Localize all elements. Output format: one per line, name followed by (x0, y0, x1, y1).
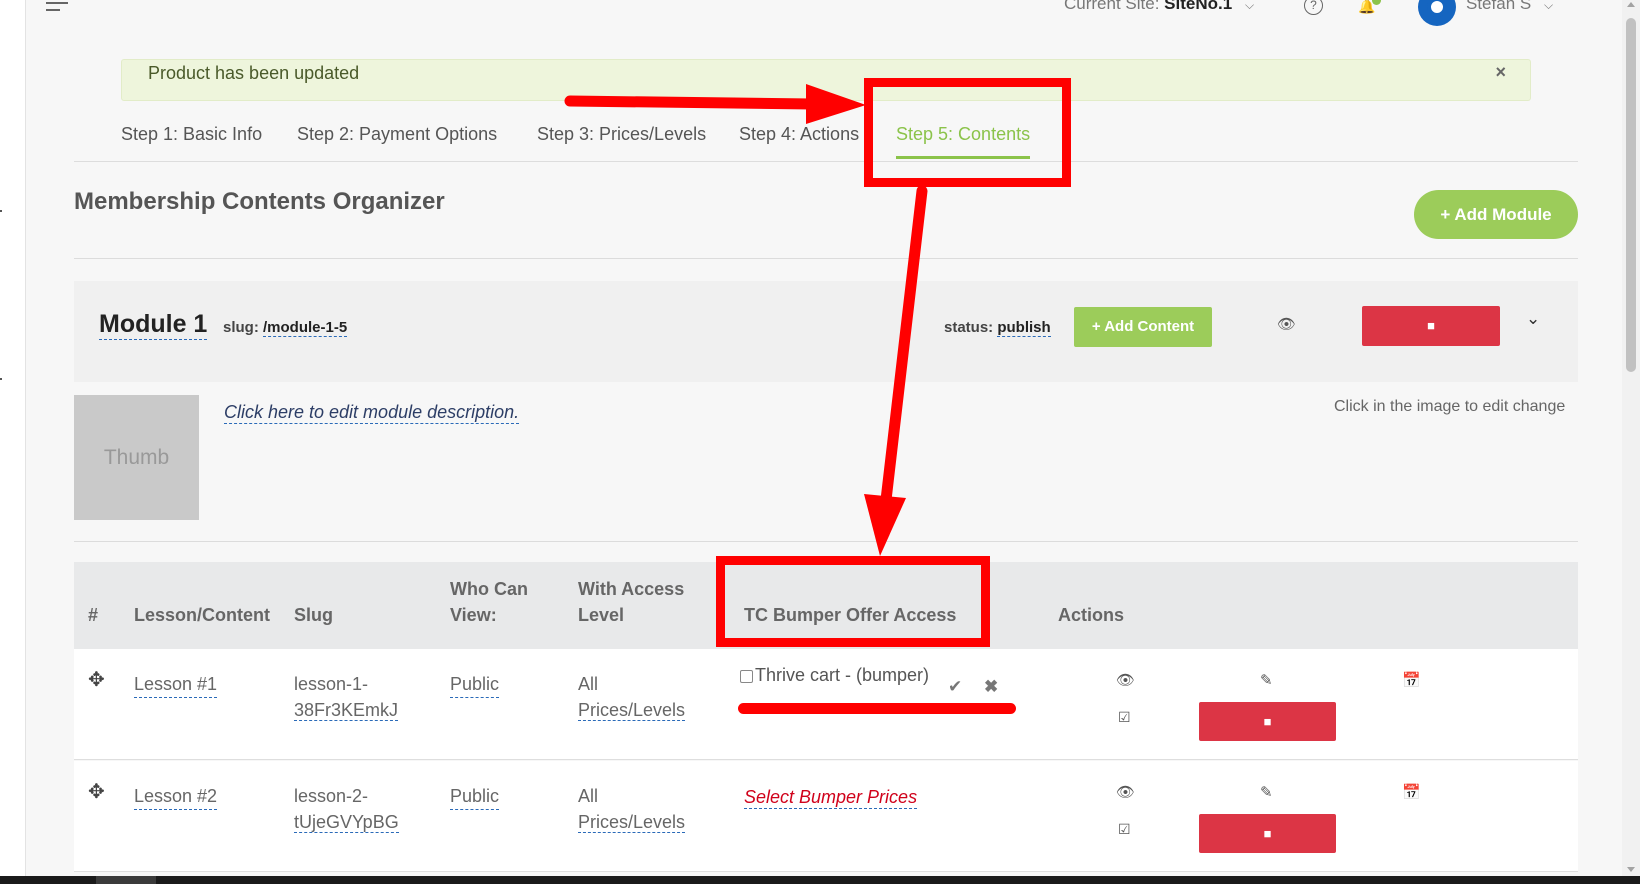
close-icon[interactable]: × (1495, 62, 1506, 83)
times-icon[interactable]: ✖ (984, 677, 998, 697)
who-can-view[interactable]: Public (450, 783, 500, 810)
calendar-icon[interactable]: 📅 (1402, 671, 1421, 689)
access-level[interactable]: All Prices/Levels (578, 671, 686, 723)
bumper-option-label: Thrive cart - (bumper) (755, 665, 930, 685)
access-level[interactable]: All Prices/Levels (578, 783, 686, 835)
tab-actions[interactable]: Step 4: Actions (739, 124, 859, 145)
module-status: status: publish (944, 319, 1051, 337)
vertical-scrollbar[interactable] (1622, 0, 1640, 876)
left-edge (0, 0, 26, 884)
step-tabs: Step 1: Basic Info Step 2: Payment Optio… (74, 120, 1578, 162)
divider (74, 541, 1578, 542)
module-slug: slug: /module-1-5 (223, 319, 348, 337)
edge-marker (0, 378, 2, 380)
access-line1: All (578, 786, 599, 806)
lesson-slug[interactable]: lesson-2- tUjeGVYpBG (294, 783, 399, 835)
tab-basic-info[interactable]: Step 1: Basic Info (121, 124, 262, 145)
pencil-icon[interactable]: ✎ (1260, 671, 1273, 689)
plus-icon: + (1440, 205, 1451, 224)
checkbox-icon[interactable]: ☑ (1118, 821, 1131, 838)
image-hint: Click in the image to edit change (1334, 398, 1566, 415)
scroll-down-icon[interactable] (1627, 867, 1635, 872)
scroll-up-icon[interactable] (1627, 2, 1635, 7)
site-switcher[interactable]: Current Site: SiteNo.1 ⌵ (1064, 0, 1254, 14)
delete-lesson-button[interactable]: ■ (1199, 702, 1336, 741)
calendar-icon[interactable]: 📅 (1402, 783, 1421, 801)
col-slug: Slug (294, 605, 333, 625)
annotation-underline (738, 703, 1016, 714)
select-bumper-prices-link[interactable]: Select Bumper Prices (744, 787, 918, 809)
access-line1: All (578, 674, 599, 694)
edge-marker (0, 210, 2, 212)
move-icon[interactable]: ✥ (88, 779, 105, 804)
slug-line1: lesson-1- (294, 674, 369, 694)
site-name: SiteNo.1 (1164, 0, 1233, 13)
add-content-label: Add Content (1104, 318, 1195, 335)
alert-message: Product has been updated (148, 63, 360, 83)
col-access-line2: Level (578, 605, 625, 625)
tab-payment-options[interactable]: Step 2: Payment Options (297, 124, 497, 145)
trash-icon: ■ (1263, 714, 1272, 729)
delete-module-button[interactable]: ■ (1362, 306, 1500, 346)
lesson-title[interactable]: Lesson #1 (134, 671, 218, 698)
eye-icon[interactable]: 👁 (1116, 783, 1135, 801)
slug-label: slug: (223, 319, 259, 336)
hamburger-icon[interactable] (46, 2, 68, 16)
chevron-down-icon: ⌵ (1543, 0, 1554, 12)
access-line2: Prices/Levels (578, 812, 686, 833)
chevron-down-icon: ⌵ (1244, 0, 1255, 12)
trash-icon: ■ (1263, 826, 1272, 841)
eye-icon[interactable]: 👁 (1277, 315, 1296, 333)
col-who-line1: Who Can (450, 579, 528, 599)
move-icon[interactable]: ✥ (88, 667, 105, 692)
success-alert: Product has been updated × (121, 59, 1531, 101)
lesson-slug[interactable]: lesson-1- 38Fr3KEmkJ (294, 671, 399, 723)
col-access-line1: With Access (578, 579, 685, 599)
slug-value[interactable]: /module-1-5 (263, 319, 348, 337)
col-access-level: With Access Level (578, 576, 684, 628)
lesson-title[interactable]: Lesson #2 (134, 783, 218, 810)
status-label: status: (944, 319, 994, 336)
add-content-button[interactable]: + Add Content (1074, 307, 1212, 347)
divider (74, 258, 1578, 259)
tab-prices-levels[interactable]: Step 3: Prices/Levels (537, 124, 706, 145)
checkbox-icon[interactable] (740, 669, 753, 683)
add-module-label: Add Module (1454, 205, 1552, 224)
user-name: Stefan S (1466, 0, 1532, 13)
bumper-option[interactable]: Thrive cart - (bumper) (740, 665, 929, 686)
chevron-down-icon[interactable]: ⌄ (1526, 309, 1540, 329)
col-who-can-view: Who Can View: (450, 576, 528, 628)
delete-lesson-button[interactable]: ■ (1199, 814, 1336, 853)
col-lesson: Lesson/Content (134, 605, 271, 625)
add-module-button[interactable]: + Add Module (1414, 190, 1578, 239)
status-value[interactable]: publish (997, 319, 1051, 337)
slug-line2: tUjeGVYpBG (294, 812, 399, 833)
eye-icon[interactable]: 👁 (1116, 671, 1135, 689)
table-row: ✥ Lesson #2 lesson-2- tUjeGVYpBG Public … (74, 761, 1578, 872)
plus-icon: + (1091, 318, 1101, 335)
module-name[interactable]: Module 1 (99, 309, 208, 340)
checkbox-icon[interactable]: ☑ (1118, 709, 1131, 726)
annotation-box-bumper-column (716, 556, 990, 647)
trash-icon: ■ (1427, 318, 1435, 333)
annotation-box-contents-tab (864, 78, 1071, 187)
module-header: Module 1 slug: /module-1-5 status: publi… (74, 281, 1578, 382)
who-can-view[interactable]: Public (450, 671, 500, 698)
taskbar (0, 876, 1640, 884)
access-line2: Prices/Levels (578, 700, 686, 721)
user-menu[interactable]: Stefan S ⌵ (1466, 0, 1553, 14)
col-num: # (88, 605, 99, 625)
site-label: Current Site: (1064, 0, 1160, 13)
pencil-icon[interactable]: ✎ (1260, 783, 1273, 801)
module-thumbnail[interactable]: Thumb (74, 395, 199, 520)
slug-line2: 38Fr3KEmkJ (294, 700, 399, 721)
taskbar-item[interactable] (96, 876, 156, 884)
check-icon[interactable]: ✔ (948, 677, 962, 697)
page-title: Membership Contents Organizer (74, 188, 445, 215)
col-actions: Actions (1058, 605, 1125, 625)
scrollbar-thumb[interactable] (1626, 18, 1636, 372)
col-who-line2: View: (450, 605, 497, 625)
slug-line1: lesson-2- (294, 786, 369, 806)
module-description[interactable]: Click here to edit module description. (224, 402, 520, 424)
